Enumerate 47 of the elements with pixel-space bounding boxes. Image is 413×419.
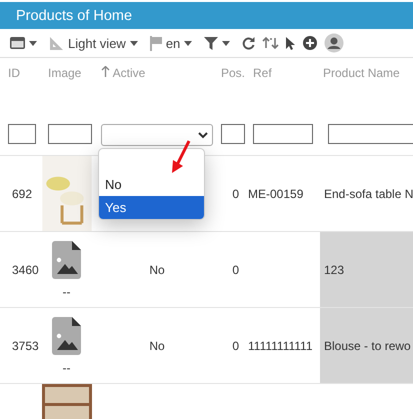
id-cell: 3460 bbox=[0, 232, 40, 308]
missing-image-icon bbox=[52, 316, 81, 354]
active-cell: No bbox=[93, 308, 213, 384]
caret-icon[interactable] bbox=[130, 40, 138, 46]
position-cell: 0 bbox=[213, 156, 245, 232]
image-caption: -- bbox=[62, 360, 70, 374]
filter-field[interactable] bbox=[328, 124, 413, 144]
position-cell: 0 bbox=[213, 232, 245, 308]
avatar-icon[interactable] bbox=[324, 33, 344, 53]
window-icon[interactable] bbox=[10, 37, 25, 49]
caret-icon[interactable] bbox=[29, 40, 37, 46]
product-name-cell: 123 bbox=[320, 232, 413, 308]
window-title: Products of Home bbox=[0, 2, 413, 29]
id-cell: 3753 bbox=[0, 308, 40, 384]
filter-field[interactable] bbox=[253, 124, 313, 144]
view-selector[interactable]: Light view bbox=[68, 36, 126, 50]
refresh-icon[interactable] bbox=[242, 36, 256, 50]
column-header[interactable]: Product Name bbox=[320, 58, 413, 120]
filter-icon[interactable] bbox=[204, 36, 218, 50]
active-filter-select[interactable] bbox=[101, 124, 213, 146]
language-selector[interactable]: en bbox=[166, 36, 180, 50]
swap-arrows-icon[interactable] bbox=[262, 37, 280, 49]
position-cell: 0 bbox=[213, 308, 245, 384]
product-name-cell: Blouse - to rewo bbox=[320, 308, 413, 384]
missing-image-icon bbox=[52, 240, 81, 278]
dropdown-option[interactable]: Yes bbox=[99, 196, 204, 219]
cursor-icon[interactable] bbox=[286, 36, 296, 50]
sort-arrow-icon bbox=[101, 66, 110, 77]
ref-cell: ME-00159 bbox=[245, 156, 320, 232]
active-cell: No bbox=[93, 232, 213, 308]
chevron-icon bbox=[198, 132, 208, 138]
annotation-arrow bbox=[170, 140, 192, 174]
photo-placeholder bbox=[42, 384, 92, 419]
id-cell: 692 bbox=[0, 156, 40, 232]
filter-field[interactable] bbox=[48, 124, 92, 144]
plus-circle-icon[interactable] bbox=[303, 36, 318, 50]
filter-field[interactable] bbox=[8, 124, 36, 144]
column-header[interactable]: Ref bbox=[245, 58, 320, 120]
column-header[interactable]: ID bbox=[0, 58, 40, 120]
column-header[interactable]: Active bbox=[93, 58, 213, 120]
image-caption: -- bbox=[62, 284, 70, 298]
dropdown-option[interactable]: No bbox=[99, 173, 204, 196]
column-header[interactable]: Image bbox=[40, 58, 93, 120]
column-header[interactable]: Pos. bbox=[213, 58, 245, 120]
caret-icon[interactable] bbox=[222, 40, 230, 46]
caret-icon[interactable] bbox=[184, 40, 192, 46]
filter-field[interactable] bbox=[221, 124, 245, 144]
